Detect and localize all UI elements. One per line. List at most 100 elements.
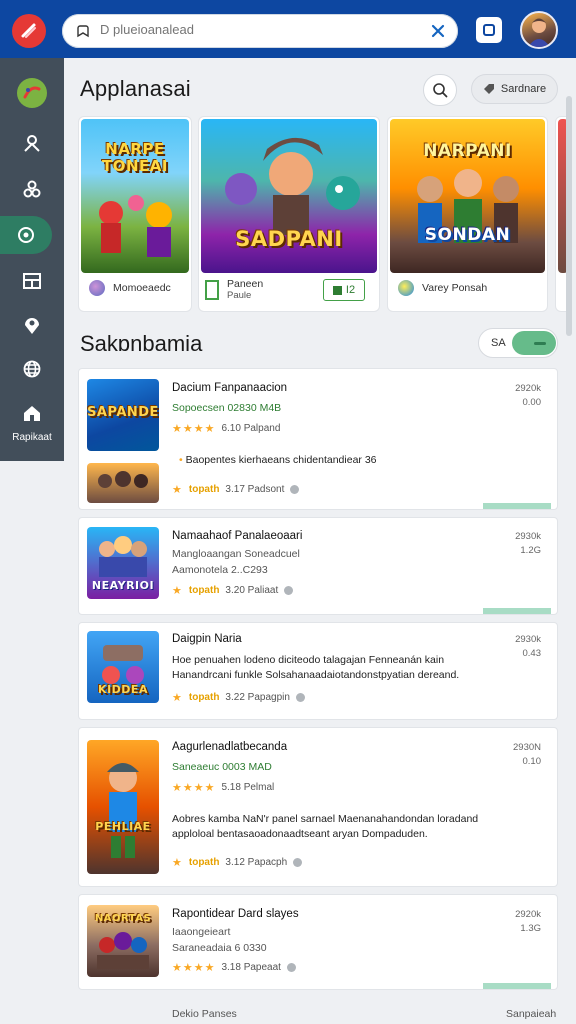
item-meta: 2920k 1.3G: [515, 908, 541, 936]
item-subtitle: Sopoecsen 02830 M4B: [172, 402, 282, 414]
item-meta-1: 2920k: [515, 383, 541, 394]
item-meta: 2930k 0.43: [515, 633, 541, 661]
toggle-switch[interactable]: [512, 331, 556, 355]
screen-button[interactable]: [476, 17, 502, 43]
sidebar-item-location[interactable]: [0, 306, 64, 344]
info-icon[interactable]: [284, 586, 294, 595]
featured-card-2[interactable]: SADPANI Paneen Paule I2: [198, 116, 380, 312]
rating-text: 5.18 Pelmal: [221, 782, 275, 793]
game-thumbnail: PEHLIAE: [87, 740, 159, 874]
star-icon: ★: [172, 585, 183, 597]
rating-text: 6.10 Palpand: [221, 423, 281, 434]
featured-card-3[interactable]: NARPANI SONDAN Varey Ponsah: [387, 116, 548, 312]
info-icon[interactable]: [286, 963, 296, 972]
item-meta-2: 0.00: [522, 397, 542, 408]
item-meta-1: 2930N: [513, 742, 541, 753]
list-item[interactable]: PEHLIAE Aagurlenadlatbecanda Saneaeuc 00…: [78, 727, 558, 887]
tag-icon: [483, 84, 494, 94]
toggle-label: SA: [491, 337, 506, 349]
star-icon: ★: [172, 857, 183, 869]
sidebar-item-grid[interactable]: [0, 262, 64, 300]
sidebar-item-globe[interactable]: [0, 350, 64, 388]
location-icon: [25, 318, 39, 334]
install-badge[interactable]: I2: [323, 279, 365, 301]
avatar-image: [528, 18, 550, 47]
tag-label: topath: [188, 857, 220, 868]
featured-caption: Paneen Paule I2: [205, 275, 371, 305]
game-thumbnail: NEAYRIOI: [87, 527, 159, 599]
sidebar-item-target[interactable]: [0, 216, 52, 254]
sidebar: Rapikaat: [0, 58, 64, 461]
grid-icon: [23, 273, 41, 289]
scrollbar[interactable]: [566, 96, 572, 336]
people-icon: [23, 180, 41, 198]
badge-square-icon: [332, 285, 342, 295]
home-icon: [24, 406, 40, 421]
sidebar-item-person[interactable]: [0, 124, 64, 162]
search-bar[interactable]: [62, 14, 458, 48]
game-thumbnail: KIDDEA: [87, 631, 159, 703]
progress-accent: [483, 608, 551, 614]
app-logo-button[interactable]: [12, 14, 46, 48]
item-subtitle-2: Aamonotela 2..C293: [172, 564, 268, 576]
item-title[interactable]: Daigpin Naria: [172, 633, 242, 645]
list-item[interactable]: KIDDEA Daigpin Naria Hoe penuahen lodeno…: [78, 622, 558, 720]
item-meta-1: 2930k: [515, 634, 541, 645]
list-item[interactable]: NAORTAS Rapontidear Dard slayes Iaaongei…: [78, 894, 558, 990]
logo-icon: [21, 23, 36, 38]
game-art-image: NARPE TONEAI: [81, 119, 189, 273]
item-meta-1: 2920k: [515, 909, 541, 920]
bullet-icon: •: [179, 454, 183, 466]
person-icon: [24, 135, 40, 152]
item-meta-2: 1.2G: [520, 545, 541, 556]
featured-caption-text: Paneen: [227, 278, 264, 290]
developer-icon: [398, 280, 414, 296]
item-description-text: Baopentes kierhaeans chidentandiear 36: [185, 454, 377, 466]
featured-card-1[interactable]: NARPE TONEAI Momoeaedc: [78, 116, 192, 312]
thumb-art-title: SAPANDE: [87, 405, 159, 420]
list-item[interactable]: NEAYRIOI Namaahaof Panalaeoaari Mangloaa…: [78, 517, 558, 615]
rating-text: 3.12 Papacph: [225, 857, 288, 868]
toggle-knob: [534, 342, 546, 345]
item-title[interactable]: Rapontidear Dard slayes: [172, 908, 299, 920]
section-toggle[interactable]: SA: [478, 328, 558, 358]
sidebar-item-palette[interactable]: [0, 74, 64, 112]
character-art: [99, 195, 172, 257]
info-icon[interactable]: [295, 693, 305, 702]
game-screenshot: [87, 463, 159, 503]
footer-link-right[interactable]: Sanpaieah: [506, 1008, 556, 1020]
sidebar-item-home[interactable]: [0, 394, 64, 432]
footer-link-left[interactable]: Dekio Panses: [172, 1008, 237, 1020]
sidebar-item-people[interactable]: [0, 170, 64, 208]
info-icon[interactable]: [293, 858, 303, 867]
item-title[interactable]: Aagurlenadlatbecanda: [172, 741, 287, 753]
search-input[interactable]: [100, 22, 400, 37]
item-title[interactable]: Namaahaof Panalaeoaari: [172, 530, 302, 542]
item-meta-2: 0.10: [522, 756, 542, 767]
featured-caption-text: Varey Ponsah: [422, 282, 488, 294]
sidebar-bottom-label[interactable]: Rapikaat: [0, 432, 64, 443]
item-description: • Baopentes kierhaeans chidentandiear 36: [179, 453, 497, 468]
rating-text: 3.20 Paliaat: [225, 585, 279, 596]
thumb-art-title: KIDDEA: [98, 683, 148, 696]
developer-icon: [89, 280, 105, 296]
progress-accent: [483, 983, 551, 989]
progress-accent: [483, 503, 551, 509]
avatar[interactable]: [520, 11, 558, 49]
item-rating-2: ★ topath 3.17 Padsont: [172, 483, 300, 496]
filter-button[interactable]: Sardnare: [471, 74, 558, 104]
game-thumbnail: SAPANDE: [87, 379, 159, 451]
thumb-art-title: PEHLIAE: [95, 820, 151, 833]
section-title: Sakɒnbamia: [80, 331, 203, 356]
item-title[interactable]: Dacium Fanpanaacion: [172, 382, 287, 394]
star-rating-icon: ★★★★: [172, 962, 216, 974]
list-item[interactable]: SAPANDE Dacium Fanpanaacion Sopoecsen 02…: [78, 368, 558, 510]
game-art-image: NARPANI SONDAN: [390, 119, 545, 273]
game-thumbnail: NAORTAS: [87, 905, 159, 977]
item-subtitle: Saneaeuc 0003 MAD: [172, 761, 272, 773]
clear-icon[interactable]: [430, 23, 446, 39]
item-meta: 2930N 0.10: [513, 741, 541, 769]
info-icon[interactable]: [290, 485, 300, 494]
featured-search-button[interactable]: [423, 74, 457, 106]
featured-caption: Varey Ponsah: [398, 275, 539, 301]
